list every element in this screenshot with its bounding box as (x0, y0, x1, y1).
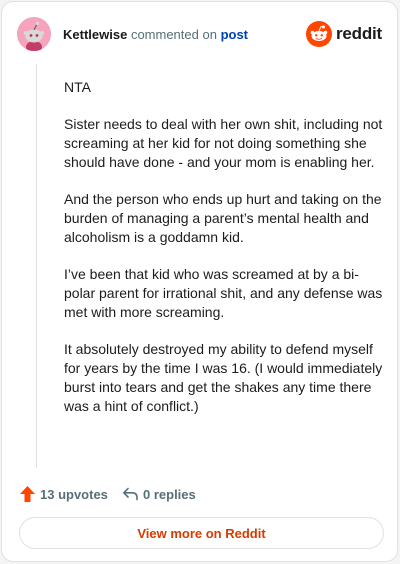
comment-paragraph: NTA (64, 79, 91, 95)
upvote-count: 13 upvotes (40, 487, 108, 502)
comment-paragraph: Sister needs to deal with her own shit, … (64, 116, 383, 170)
view-more-button[interactable]: View more on Reddit (19, 517, 384, 549)
reddit-brand[interactable]: reddit (306, 21, 382, 47)
comment-embed-card: Kettlewise commented on post reddit NTA … (1, 1, 398, 562)
action-text: commented on (130, 27, 217, 42)
reply-icon[interactable] (122, 485, 139, 502)
post-link[interactable]: post (221, 27, 248, 42)
brand-wordmark: reddit (336, 24, 383, 43)
upvote-arrow-icon[interactable] (19, 485, 36, 503)
comment-paragraph: I’ve been that kid who was screamed at b… (64, 266, 383, 320)
comment-header: Kettlewise commented on post reddit (17, 17, 382, 51)
comment-body: NTA Sister needs to deal with her own sh… (64, 78, 386, 434)
byline: Kettlewise commented on post (63, 27, 248, 43)
author-name[interactable]: Kettlewise (63, 27, 127, 42)
thread-line (36, 64, 37, 468)
comment-paragraph: And the person who ends up hurt and taki… (64, 191, 382, 245)
reddit-logo-icon (306, 21, 332, 47)
comment-paragraph: It absolutely destroyed my ability to de… (64, 341, 383, 414)
reply-count[interactable]: 0 replies (143, 487, 196, 502)
comment-actions: 13 upvotes 0 replies (19, 484, 379, 504)
snoo-avatar-icon[interactable] (17, 17, 51, 51)
